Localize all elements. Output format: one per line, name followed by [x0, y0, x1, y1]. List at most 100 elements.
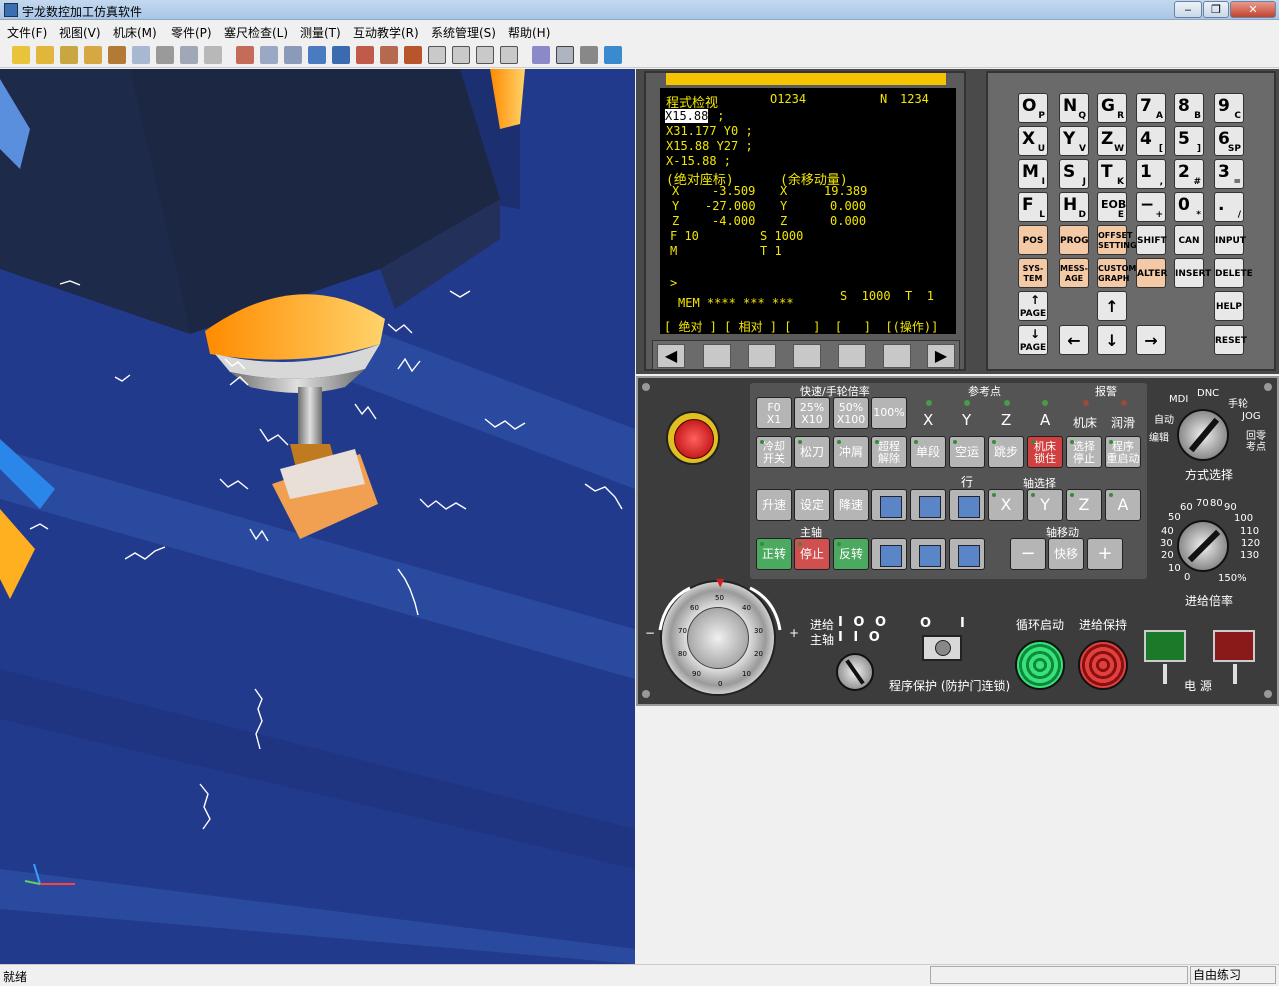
maximize-button[interactable]: ❐	[1203, 1, 1229, 18]
btn-axis-z[interactable]: Z	[1066, 489, 1102, 521]
btn-dry-run[interactable]: 空运行	[949, 436, 985, 489]
grid-icon[interactable]	[204, 46, 222, 64]
btn-chip-flush[interactable]: 冲屑	[833, 436, 869, 468]
btn-rate-100[interactable]: 100%	[871, 397, 907, 429]
view-right-icon[interactable]	[452, 46, 470, 64]
btn-axis-a[interactable]: A	[1105, 489, 1141, 521]
view-left-icon[interactable]	[428, 46, 446, 64]
btn-blank-3[interactable]	[949, 489, 985, 521]
key-message[interactable]: MESS-AGE	[1059, 258, 1089, 288]
power-off-button[interactable]	[1213, 630, 1255, 662]
key-7[interactable]: 7A	[1136, 93, 1166, 123]
btn-blank-2[interactable]	[910, 489, 946, 521]
menu-file[interactable]: 文件(F)	[7, 24, 47, 41]
btn-blank-6[interactable]	[949, 538, 985, 570]
key-8[interactable]: 8B	[1174, 93, 1204, 123]
softkey-1[interactable]	[703, 344, 731, 368]
zoom-window-icon[interactable]	[260, 46, 278, 64]
key-0[interactable]: 0 *	[1174, 192, 1204, 222]
btn-rate-25[interactable]: 25% X10	[794, 397, 830, 429]
key-delete[interactable]: DELETE	[1214, 258, 1253, 288]
key-s[interactable]: SJ	[1059, 159, 1089, 189]
key-n[interactable]: NQ	[1059, 93, 1089, 123]
btn-program-restart[interactable]: 程序 重启动	[1105, 436, 1141, 468]
btn-blank-5[interactable]	[910, 538, 946, 570]
key-m[interactable]: MI	[1018, 159, 1048, 189]
info-icon[interactable]	[604, 46, 622, 64]
key-2[interactable]: 2 #	[1174, 159, 1204, 189]
menu-system[interactable]: 系统管理(S)	[431, 24, 496, 41]
key-h[interactable]: HD	[1059, 192, 1089, 222]
open-icon[interactable]	[12, 46, 30, 64]
feed-override-knob[interactable]	[1177, 520, 1229, 572]
key-f[interactable]: FL	[1018, 192, 1048, 222]
softkey-next[interactable]: ▶	[927, 344, 955, 368]
key-g[interactable]: GR	[1097, 93, 1127, 123]
btn-jog-minus[interactable]: −	[1010, 538, 1046, 570]
btn-rapid[interactable]: 快移	[1048, 538, 1084, 570]
key-z[interactable]: ZW	[1097, 126, 1127, 156]
reset-view-icon[interactable]	[236, 46, 254, 64]
softkey-3[interactable]	[793, 344, 821, 368]
key-can[interactable]: CAN	[1174, 225, 1204, 255]
key-cursor-up[interactable]: ↑	[1097, 291, 1127, 321]
rotate-x-icon[interactable]	[356, 46, 374, 64]
cycle-start-button[interactable]	[1015, 640, 1065, 690]
minimize-button[interactable]: ‒	[1174, 1, 1202, 18]
menu-teaching[interactable]: 互动教学(R)	[353, 24, 419, 41]
menu-help[interactable]: 帮助(H)	[508, 24, 550, 41]
key-cursor-down[interactable]: ↓	[1097, 325, 1127, 355]
menu-feeler[interactable]: 塞尺检查(L)	[224, 24, 288, 41]
key-9[interactable]: 9C	[1214, 93, 1244, 123]
key-prog[interactable]: PROG	[1059, 225, 1089, 255]
menu-view[interactable]: 视图(V)	[59, 24, 101, 41]
btn-axis-x[interactable]: X	[988, 489, 1024, 521]
menu-measure[interactable]: 测量(T)	[300, 24, 341, 41]
window-icon[interactable]	[556, 46, 574, 64]
target-icon[interactable]	[132, 46, 150, 64]
menu-machine[interactable]: 机床(M)	[113, 24, 157, 41]
part-icon[interactable]	[36, 46, 54, 64]
btn-coolant[interactable]: 冷却 开关	[756, 436, 792, 468]
3d-viewport[interactable]	[0, 69, 635, 964]
btn-block-skip[interactable]: 跳步	[988, 436, 1024, 468]
key-alter[interactable]: ALTER	[1136, 258, 1167, 288]
program-protect-switch[interactable]	[922, 635, 962, 661]
btn-speed-up[interactable]: 升速	[756, 489, 792, 521]
softkey-4[interactable]	[838, 344, 866, 368]
btn-rate-f0[interactable]: F0 X1	[756, 397, 792, 429]
btn-single-block[interactable]: 单段	[910, 436, 946, 468]
feed-hold-button[interactable]	[1078, 640, 1128, 690]
zoom-icon[interactable]	[284, 46, 302, 64]
key-shift[interactable]: SHIFT	[1136, 225, 1167, 255]
btn-speed-down[interactable]: 降速	[833, 489, 869, 521]
close-button[interactable]: ✕	[1230, 1, 1276, 18]
key-cursor-right[interactable]: →	[1136, 325, 1166, 355]
input-prompt[interactable]: >	[670, 276, 677, 290]
key-cursor-left[interactable]: ←	[1059, 325, 1089, 355]
pan-icon[interactable]	[308, 46, 326, 64]
btn-blank-4[interactable]	[871, 538, 907, 570]
emergency-stop-button[interactable]	[674, 419, 714, 459]
btn-blank-1[interactable]	[871, 489, 907, 521]
key-insert[interactable]: INSERT	[1174, 258, 1211, 288]
view-top-icon[interactable]	[476, 46, 494, 64]
softkey-5[interactable]	[883, 344, 911, 368]
rotate-y-icon[interactable]	[380, 46, 398, 64]
softkey-prev[interactable]: ◀	[657, 344, 685, 368]
control-panel-icon[interactable]	[532, 46, 550, 64]
program-cursor[interactable]: X15.88	[665, 109, 709, 123]
rotate-icon[interactable]	[332, 46, 350, 64]
axis-step-knob[interactable]	[836, 653, 874, 691]
gray-box-icon[interactable]	[580, 46, 598, 64]
btn-axis-y[interactable]: Y	[1027, 489, 1063, 521]
copy-icon[interactable]	[180, 46, 198, 64]
key-input[interactable]: INPUT	[1214, 225, 1246, 255]
btn-rate-50[interactable]: 50% X100	[833, 397, 869, 429]
btn-overtravel-release[interactable]: 超程 解除	[871, 436, 907, 468]
btn-spindle-stop[interactable]: 停止	[794, 538, 830, 570]
key-custom-graph[interactable]: CUSTOM GRAPH	[1097, 258, 1136, 288]
key-t[interactable]: TK	[1097, 159, 1127, 189]
key-o[interactable]: OP	[1018, 93, 1048, 123]
power-on-button[interactable]	[1144, 630, 1186, 662]
